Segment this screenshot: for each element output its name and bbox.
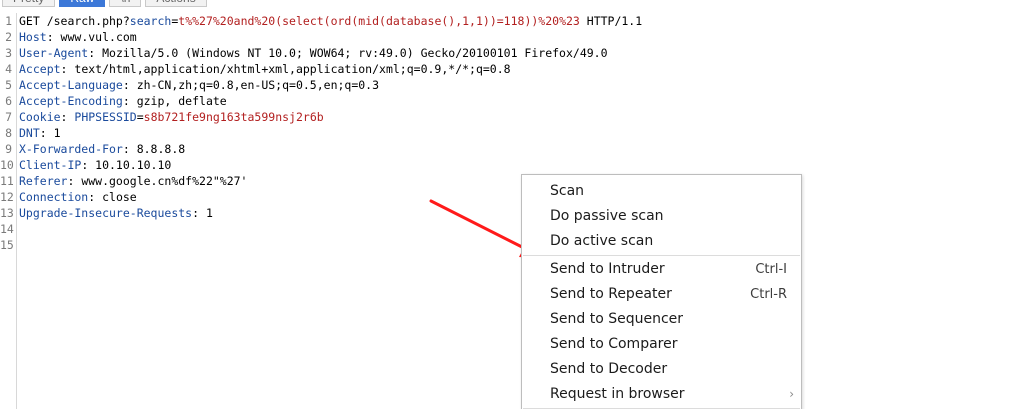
- menu-item-label: Send to Sequencer: [550, 311, 684, 327]
- menu-separator: [523, 255, 800, 256]
- menu-item-label: Send to Intruder: [550, 261, 665, 277]
- line-number: 1: [5, 14, 12, 28]
- header-name: Host: [19, 30, 47, 44]
- request-line[interactable]: 12 Connection: close: [0, 189, 1000, 205]
- header-name: search: [129, 14, 172, 28]
- tab-actions[interactable]: Actions: [145, 0, 207, 7]
- menu-item-label: Send to Comparer: [550, 336, 678, 352]
- request-line[interactable]: 10 Client-IP: 10.10.10.10: [0, 157, 1000, 173]
- highlighted-value: t%%27%20and%20(select(ord(mid(database()…: [178, 14, 580, 28]
- line-number: 4: [5, 62, 12, 76]
- editor-view-tabs: PrettyRaw\nActions: [0, 0, 207, 7]
- request-line[interactable]: 14: [0, 221, 1000, 237]
- menu-item-send-to-repeater[interactable]: Send to Repeater Ctrl-R: [522, 282, 801, 307]
- menu-item-do-passive-scan[interactable]: Do passive scan: [522, 204, 801, 229]
- request-line[interactable]: 6 Accept-Encoding: gzip, deflate: [0, 93, 1000, 109]
- header-value: HTTP/1.1: [579, 14, 643, 28]
- menu-item-label: Send to Repeater: [550, 286, 672, 302]
- line-number: 12: [0, 190, 14, 204]
- header-name: Accept-Language: [19, 78, 123, 92]
- line-number: 5: [5, 78, 12, 92]
- header-name: PHPSESSID: [74, 110, 137, 124]
- tab-pretty[interactable]: Pretty: [2, 0, 56, 7]
- header-value: : 8.8.8.8: [122, 142, 186, 156]
- header-value: : www.vul.com: [46, 30, 137, 44]
- header-name: User-Agent: [19, 46, 89, 60]
- menu-item-send-to-intruder[interactable]: Send to Intruder Ctrl-I: [522, 257, 801, 282]
- line-number: 2: [5, 30, 12, 44]
- line-number: 10: [0, 158, 14, 172]
- menu-item-send-to-comparer[interactable]: Send to Comparer: [522, 332, 801, 357]
- line-number: 7: [5, 110, 12, 124]
- line-number: 15: [0, 238, 14, 252]
- request-line[interactable]: 3 User-Agent: Mozilla/5.0 (Windows NT 10.…: [0, 45, 1000, 61]
- request-line[interactable]: 4 Accept: text/html,application/xhtml+xml…: [0, 61, 1000, 77]
- line-number: 14: [0, 222, 14, 236]
- request-line[interactable]: 5 Accept-Language: zh-CN,zh;q=0.8,en-US;q…: [0, 77, 1000, 93]
- header-name: Referer: [19, 174, 68, 188]
- request-line[interactable]: 13 Upgrade-Insecure-Requests: 1: [0, 205, 1000, 221]
- header-value: : close: [88, 190, 137, 204]
- request-line[interactable]: 7 Cookie: PHPSESSID=s8b721fe9ng163ta599ns…: [0, 109, 1000, 125]
- context-menu: Scan Do passive scan Do active scan Send to…: [521, 174, 802, 409]
- header-value: : text/html,application/xhtml+xml,applic…: [60, 62, 511, 76]
- request-line[interactable]: 15: [0, 237, 1000, 253]
- header-value: : gzip, deflate: [122, 94, 227, 108]
- request-line[interactable]: 8 DNT: 1: [0, 125, 1000, 141]
- header-name: Accept-Encoding: [19, 94, 123, 108]
- menu-item-send-to-sequencer[interactable]: Send to Sequencer: [522, 307, 801, 332]
- header-value: : 1: [192, 206, 213, 220]
- header-value: :: [60, 110, 75, 124]
- chevron-right-icon: ›: [789, 387, 794, 401]
- request-line[interactable]: 11 Referer: www.google.cn%df%22"%27': [0, 173, 1000, 189]
- header-value: : 1: [39, 126, 61, 140]
- header-name: Cookie: [19, 110, 61, 124]
- menu-item-label: Request in browser: [550, 386, 685, 402]
- raw-request-editor[interactable]: 1 GET /search.php?search = t%%27%20and%20(s…: [0, 13, 1025, 409]
- menu-item-scan[interactable]: Scan: [522, 179, 801, 204]
- header-name: DNT: [19, 126, 40, 140]
- menu-item-label: Do passive scan: [550, 208, 664, 224]
- line-number: 3: [5, 46, 12, 60]
- request-line[interactable]: 9 X-Forwarded-For: 8.8.8.8: [0, 141, 1000, 157]
- header-name: Upgrade-Insecure-Requests: [19, 206, 193, 220]
- header-name: X-Forwarded-For: [19, 142, 123, 156]
- line-number: 8: [5, 126, 12, 140]
- menu-item-label: Scan: [550, 183, 585, 199]
- request-line[interactable]: 1 GET /search.php?search=t%%27%20and%20(s…: [0, 13, 1000, 29]
- line-number: 9: [5, 142, 12, 156]
- menu-item-request-in-browser[interactable]: Request in browser ›: [522, 382, 801, 407]
- tab-n[interactable]: \n: [109, 0, 142, 7]
- line-number: 6: [5, 94, 12, 108]
- tab-raw[interactable]: Raw: [59, 0, 106, 7]
- header-name: Client-IP: [19, 158, 82, 172]
- highlighted-value: s8b721fe9ng163ta599nsj2r6b: [143, 110, 324, 124]
- header-name: Connection: [19, 190, 89, 204]
- burp-request-editor-window: PrettyRaw\nActions 1 GET /search.php?sear…: [0, 0, 1025, 409]
- menu-item-shortcut: Ctrl-R: [750, 287, 787, 302]
- header-value: : zh-CN,zh;q=0.8,en-US;q=0.5,en;q=0.3: [122, 78, 380, 92]
- menu-item-label: Send to Decoder: [550, 361, 668, 377]
- menu-item-do-active-scan[interactable]: Do active scan: [522, 229, 801, 254]
- line-number: 13: [0, 206, 14, 220]
- request-line[interactable]: 2 Host: www.vul.com: [0, 29, 1000, 45]
- header-value: =: [136, 110, 144, 124]
- header-value: GET /search.php?: [19, 14, 130, 28]
- header-name: Accept: [19, 62, 61, 76]
- line-number: 11: [0, 174, 14, 188]
- menu-item-send-to-decoder[interactable]: Send to Decoder: [522, 357, 801, 382]
- header-value: : www.google.cn%df%22"%27': [67, 174, 248, 188]
- header-value: : 10.10.10.10: [81, 158, 172, 172]
- menu-item-shortcut: Ctrl-I: [755, 262, 787, 277]
- header-value: : Mozilla/5.0 (Windows NT 10.0; WOW64; r…: [88, 46, 608, 60]
- menu-item-label: Do active scan: [550, 233, 654, 249]
